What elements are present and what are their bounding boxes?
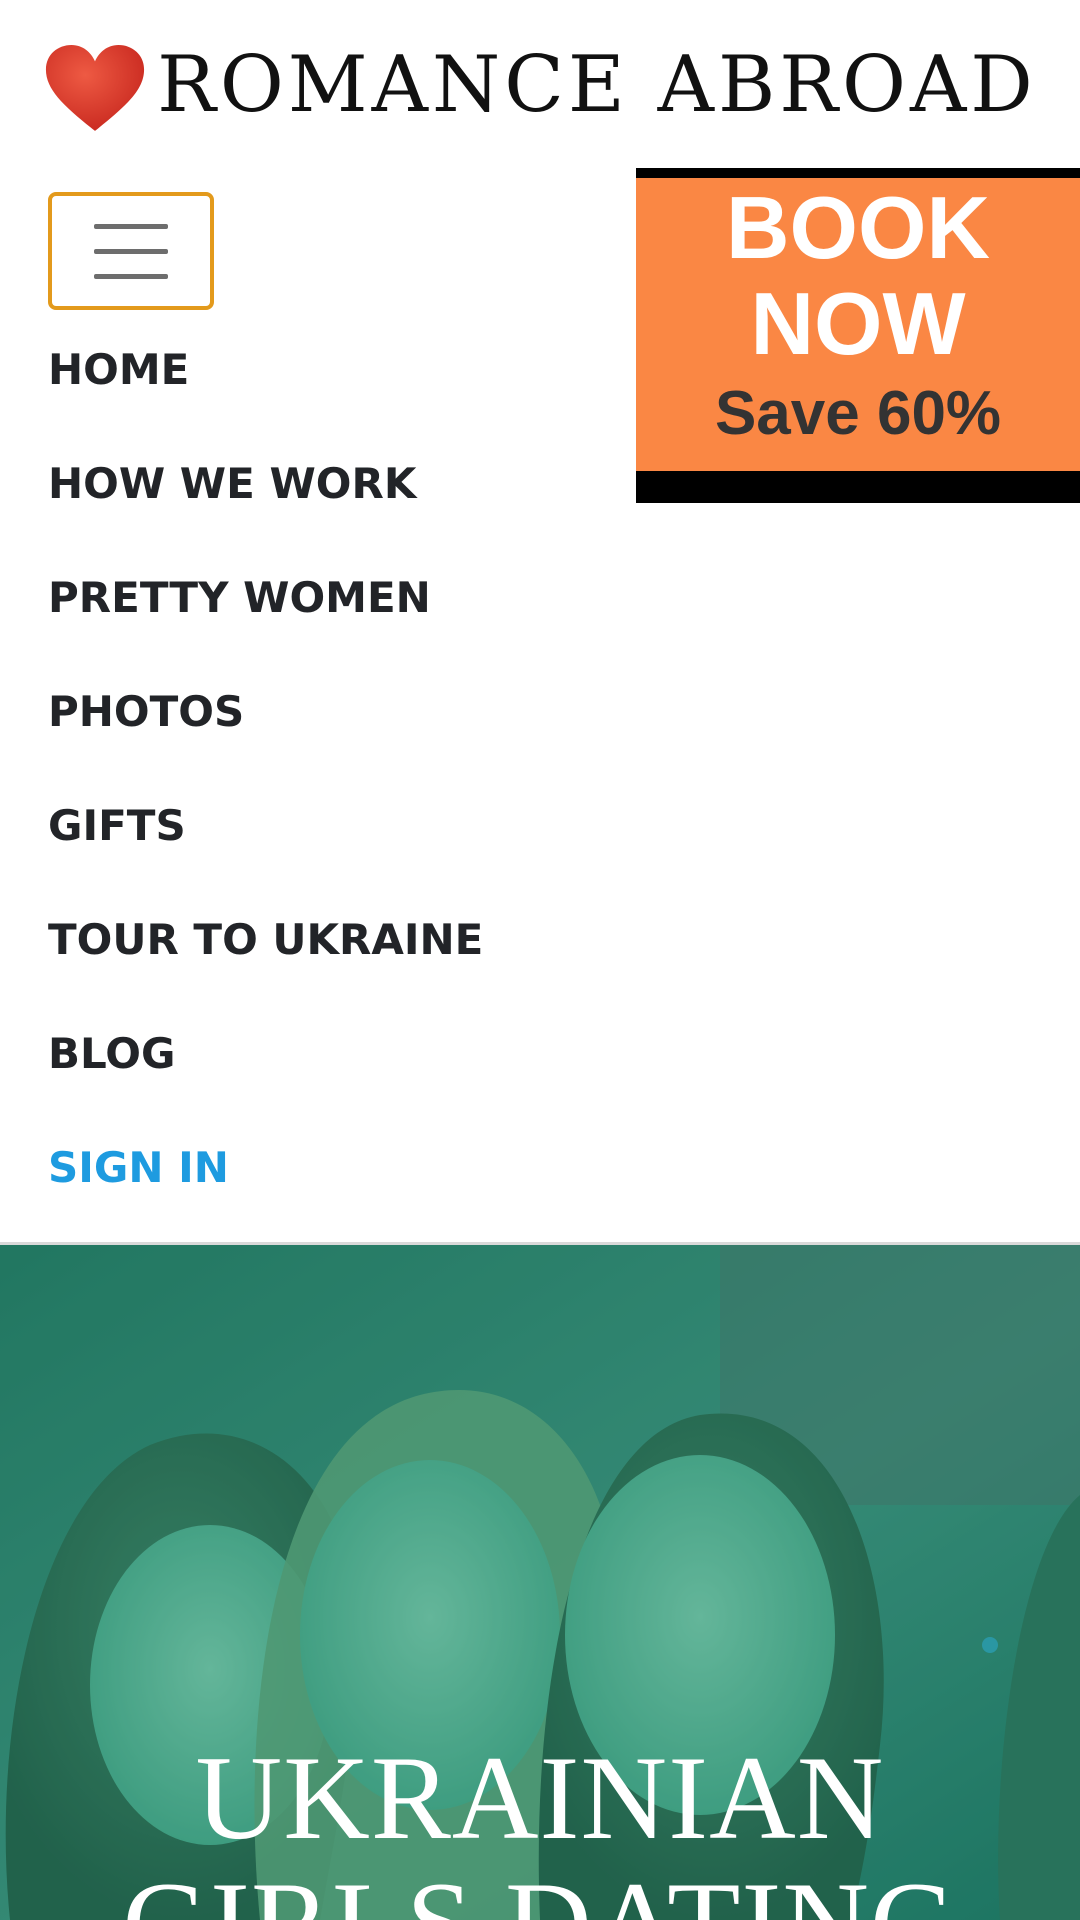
nav-item-pretty-women[interactable]: PRETTY WOMEN <box>48 558 483 672</box>
nav-item-gifts[interactable]: GIFTS <box>48 786 483 900</box>
hamburger-icon-line <box>94 273 168 279</box>
book-now-panel[interactable]: BOOK NOW Save 60% <box>636 178 1080 471</box>
nav-item-home[interactable]: HOME <box>48 330 483 444</box>
nav-item-photos[interactable]: PHOTOS <box>48 672 483 786</box>
hero-title-line2: GIRLS DATING <box>0 1861 1080 1920</box>
hero-title-line1: UKRAINIAN <box>195 1731 885 1864</box>
hero-section: UKRAINIAN GIRLS DATING <box>0 1245 1080 1920</box>
hamburger-icon <box>94 223 168 229</box>
nav-item-blog[interactable]: BLOG <box>48 1014 483 1128</box>
heart-icon <box>46 45 145 131</box>
menu-toggle-button[interactable] <box>48 192 214 310</box>
nav-item-tour-to-ukraine[interactable]: TOUR TO UKRAINE <box>48 900 483 1014</box>
save-percent-text: Save 60% <box>714 379 1002 448</box>
main-nav: HOME HOW WE WORK PRETTY WOMEN PHOTOS GIF… <box>48 330 483 1242</box>
book-now-line2: NOW <box>750 274 966 373</box>
site-logo[interactable]: ROMANCE ABROAD <box>0 0 1080 170</box>
logo-text: ROMANCE ABROAD <box>157 40 1037 130</box>
book-now-banner[interactable]: BOOK NOW Save 60% <box>636 168 1080 503</box>
nav-item-sign-in[interactable]: SIGN IN <box>48 1128 483 1242</box>
nav-item-how-we-work[interactable]: HOW WE WORK <box>48 444 483 558</box>
page: ROMANCE ABROAD BOOK NOW Save 60% HOME HO… <box>0 0 1080 1920</box>
book-now-line1: BOOK <box>726 178 990 277</box>
hamburger-icon-line <box>94 248 168 254</box>
hero-title: UKRAINIAN GIRLS DATING <box>0 1735 1080 1920</box>
